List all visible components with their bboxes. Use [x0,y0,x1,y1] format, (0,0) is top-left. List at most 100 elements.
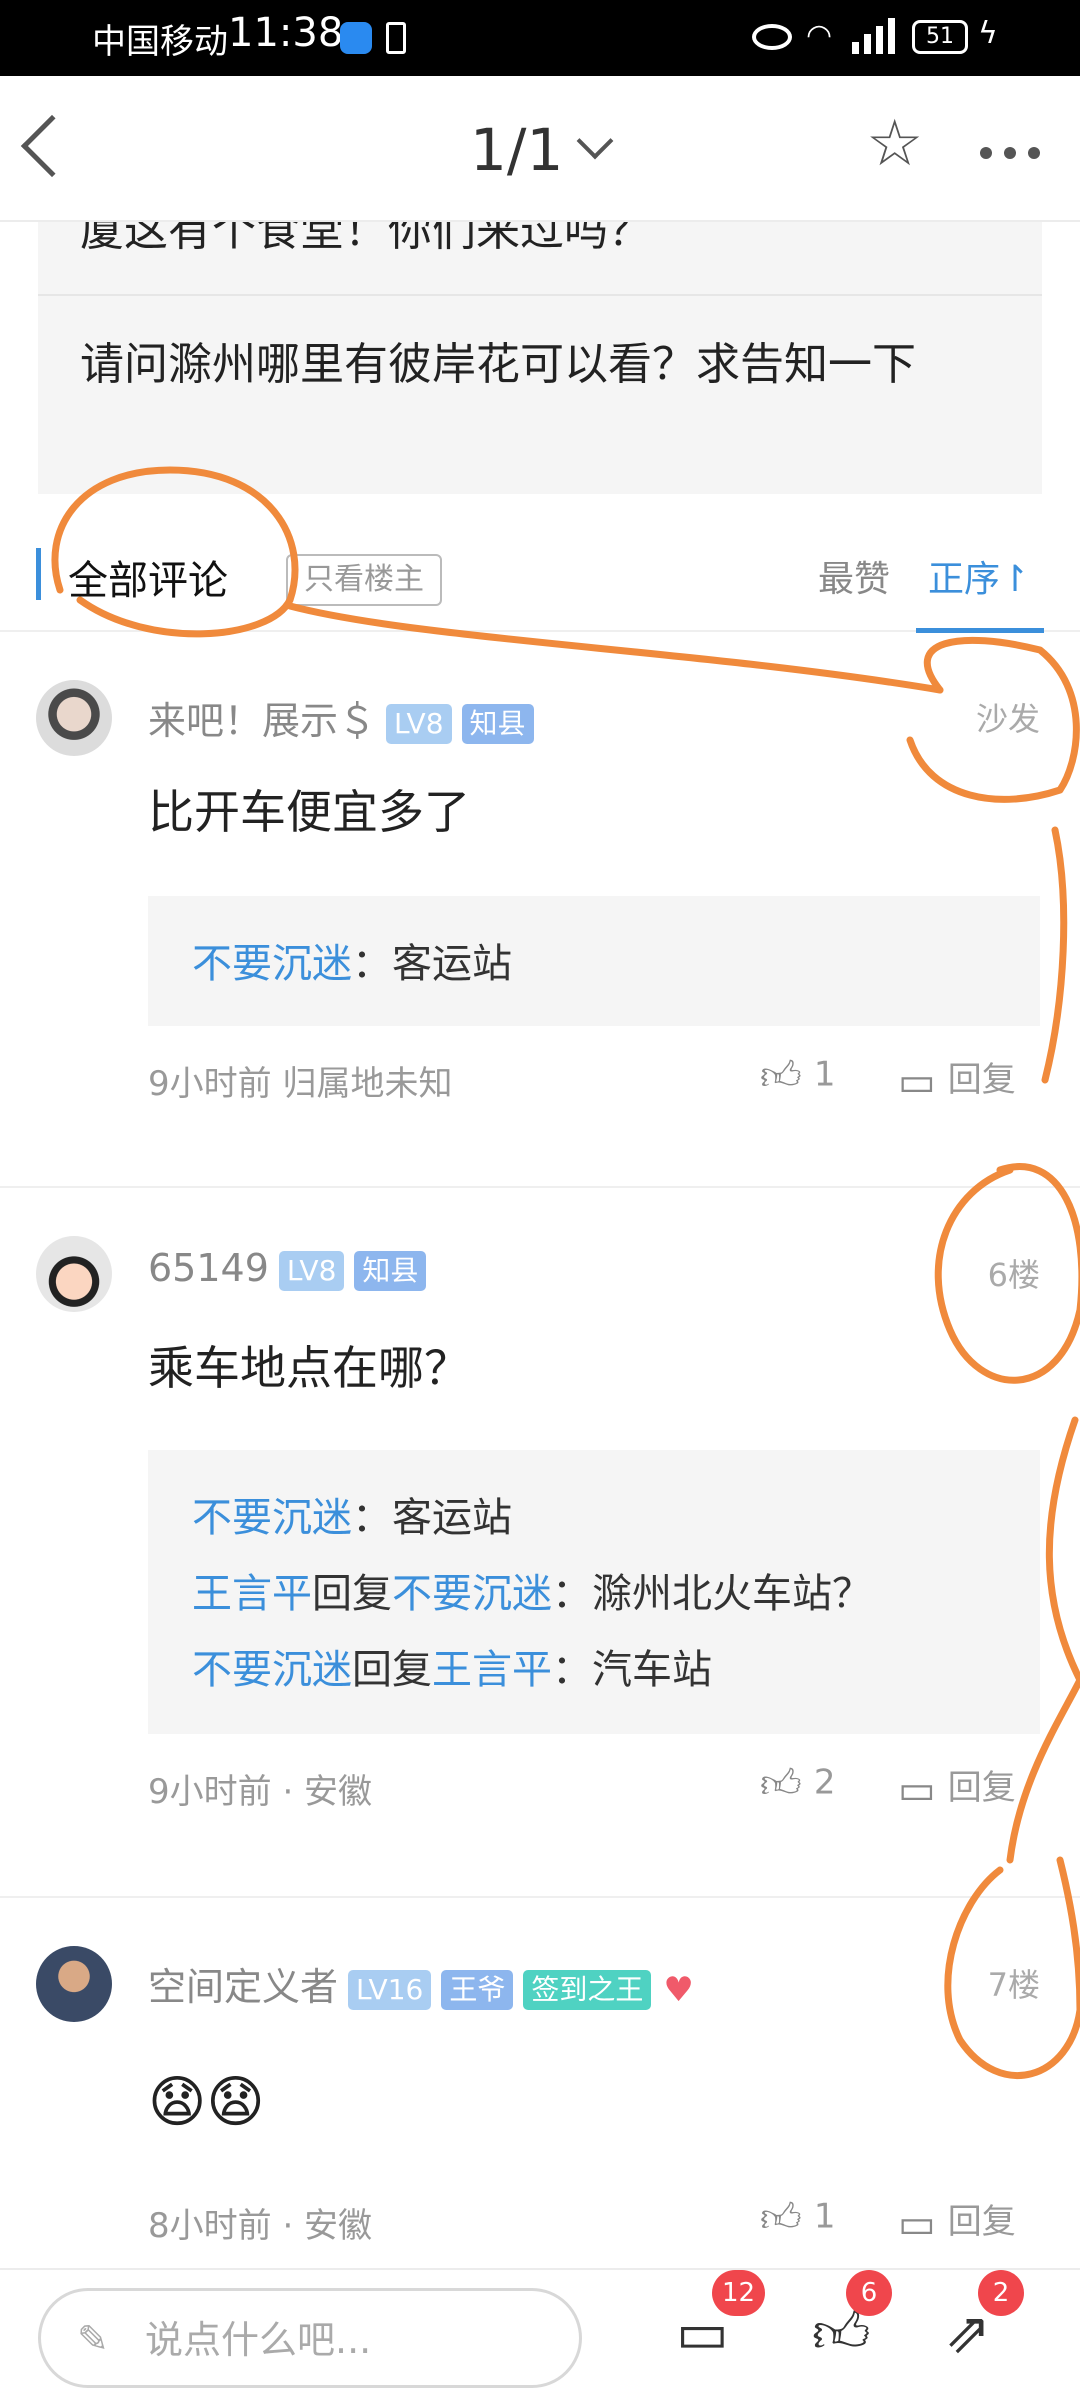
reply-box[interactable]: 不要沉迷：客运站 王言平回复不要沉迷：滁州北火车站？ 不要沉迷回复王言平：汽车站 [148,1450,1040,1734]
like-button[interactable]: 👍︎ 1 [760,1052,835,1100]
thumbs-up-icon: 👍︎ [760,1053,802,1099]
sort-hot-tab[interactable]: 最赞 [818,550,890,602]
comment-item: 65149 LV8 知县 6楼 乘车地点在哪？ 不要沉迷：客运站 王言平回复不要沉迷… [0,1216,1080,1876]
comment-input[interactable] [145,2315,565,2365]
like-button[interactable]: 👍︎ 2 [760,1760,835,1808]
tab-all-comments[interactable]: 全部评论 [68,548,228,606]
signal-icon [848,14,898,54]
likes-count-badge: 6 [846,2270,892,2316]
comment-meta: 8小时前 · 安徽 [148,2206,373,2246]
avatar[interactable] [36,1236,112,1312]
reply-button[interactable]: ▭ 回复 [898,1760,1016,1813]
comment-text[interactable]: 😧😧 [148,2070,265,2135]
floor-label: 7楼 [987,1966,1040,2004]
star-icon[interactable]: ☆ [866,112,923,176]
username[interactable]: 空间定义者 [148,1965,338,2009]
title-badge: 知县 [354,1250,427,1291]
section-marker [36,548,41,600]
title-badge: 知县 [461,703,534,744]
floor-label: 沙发 [975,700,1040,738]
comment-author-line: 65149 LV8 知县 [148,1246,427,1291]
username[interactable]: 来吧！展示＄ [148,699,376,743]
like-button[interactable]: 👍︎ 1 [760,2194,835,2242]
charging-icon: ϟ [978,16,998,51]
reply-line: 不要沉迷：客运站 [192,1495,512,1541]
reply-text: 滁州北火车站？ [592,1571,872,1617]
reply-author[interactable]: 不要沉迷 [192,1495,352,1541]
battery-icon: 51 [912,20,968,54]
comment-meta: 9小时前 归属地未知 [148,1064,453,1104]
bottom-bar: ✎ ▭ 12 👍︎ 6 ⇗ 2 [0,2268,1080,2400]
comment-item: 空间定义者 LV16 王爷 签到之王 ♥ 7楼 😧😧 8小时前 · 安徽 👍︎ 1 ▭ 回复 [0,1926,1080,2266]
reply-label: 回复 [947,1060,1016,1100]
reply-box[interactable]: 不要沉迷：客运站 [148,896,1040,1026]
comments-count-badge: 12 [712,2270,766,2316]
eye-comfort-icon [752,24,792,50]
post-item-question[interactable]: 请问滁州哪里有彼岸花可以看？求告知一下 [80,334,1010,396]
username[interactable]: 65149 [148,1246,269,1290]
comment-author-line: 空间定义者 LV16 王爷 签到之王 ♥ [148,1956,694,2011]
reply-line: 不要沉迷回复王言平：汽车站 [192,1647,712,1693]
thumbs-up-icon: 👍︎ [760,2195,802,2241]
comment-icon: ▭ [898,1766,936,1813]
reply-target[interactable]: 王言平 [432,1647,552,1693]
wifi-icon: ◠ [806,18,833,53]
pencil-icon: ✎ [77,2317,109,2361]
level-badge: LV16 [348,1969,432,2010]
reply-text: 汽车站 [592,1647,712,1693]
reply-author[interactable]: 王言平 [192,1571,312,1617]
reply-author[interactable]: 不要沉迷 [192,941,352,987]
level-badge: LV8 [278,1250,345,1291]
like-count: 2 [813,1762,836,1803]
shares-count-badge: 2 [978,2270,1024,2316]
only-op-button[interactable]: 只看楼主 [286,554,442,606]
page-indicator[interactable]: 1/1 [470,116,563,184]
active-tab-underline [916,628,1044,633]
heart-icon: ♥ [663,1969,694,2010]
floor-label: 6楼 [987,1256,1040,1294]
checkin-badge: 签到之王 [523,1969,652,2010]
comment-header: 全部评论 只看楼主 最赞 正序↾ [0,528,1080,633]
more-icon[interactable] [980,144,1052,163]
comment-icon: ▭ [898,2200,936,2247]
comment-icon: ▭ [898,1058,936,1105]
sort-order-tab[interactable]: 正序↾ [928,550,1030,602]
clock: 11:38 [228,10,344,56]
divider [0,1896,1080,1898]
reply-label: 回复 [947,1768,1016,1808]
post-list: 厦这有个食堂！你们来过吗？ 请问滁州哪里有彼岸花可以看？求告知一下 [38,222,1042,494]
reply-line: 不要沉迷：客运站 [192,941,512,987]
avatar[interactable] [36,680,112,756]
thumbs-up-icon: 👍︎ [760,1761,802,1807]
status-bar: 中国移动 11:38 ◠ 51 ϟ [0,0,1080,76]
comment-item: 来吧！展示＄ LV8 知县 沙发 比开车便宜多了 不要沉迷：客运站 9小时前 归属地… [0,660,1080,1180]
reply-button[interactable]: ▭ 回复 [898,1052,1016,1105]
share-icon[interactable]: ⇗ [944,2304,991,2364]
comment-input-pill[interactable]: ✎ [38,2288,582,2388]
post-item-partial[interactable]: 厦这有个食堂！你们来过吗？ [80,222,652,258]
comment-meta: 9小时前 · 安徽 [148,1772,373,1812]
level-badge: LV8 [386,703,452,744]
carrier-name: 中国移动 [92,22,228,62]
comment-text[interactable]: 乘车地点在哪？ [148,1332,470,1398]
chevron-down-icon[interactable] [576,122,614,160]
sim-alert-icon [386,22,406,54]
reply-target[interactable]: 不要沉迷 [392,1571,552,1617]
avatar[interactable] [36,1946,112,2022]
reply-label: 回复 [947,2202,1016,2242]
reply-author[interactable]: 不要沉迷 [192,1647,352,1693]
like-count: 1 [813,1054,836,1095]
reply-line: 王言平回复不要沉迷：滁州北火车站？ [192,1571,872,1617]
like-count: 1 [813,2196,836,2237]
reply-button[interactable]: ▭ 回复 [898,2194,1016,2247]
title-badge: 王爷 [441,1969,514,2010]
comment-text[interactable]: 比开车便宜多了 [148,776,470,842]
comments-icon[interactable]: ▭ [676,2304,729,2364]
back-arrow-icon[interactable] [20,114,84,178]
reply-text: 客运站 [392,941,512,987]
divider [38,294,1042,296]
reply-text: 客运站 [392,1495,512,1541]
weather-icon [340,22,372,54]
comment-author-line: 来吧！展示＄ LV8 知县 [148,690,534,745]
divider [0,1186,1080,1188]
